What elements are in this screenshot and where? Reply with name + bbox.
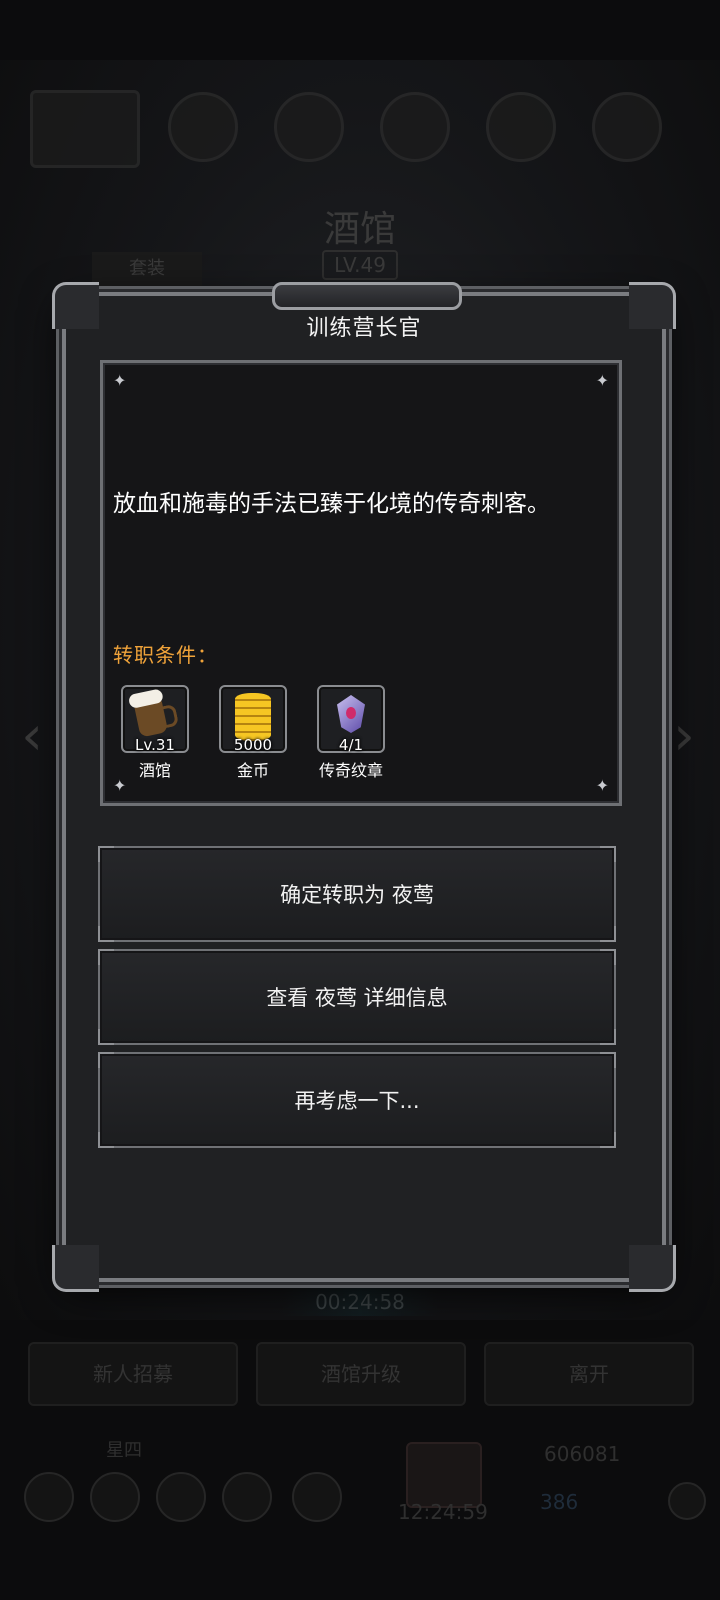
chevron-right-icon: › — [673, 704, 695, 767]
chevron-left-icon: ‹ — [21, 704, 43, 767]
day-label: 星四 — [106, 1440, 142, 1461]
gem-amount: 386 — [540, 1490, 579, 1514]
clock: 12:24:59 — [398, 1500, 488, 1524]
requirement-value: 4/1 — [338, 736, 364, 754]
recruit-button: 新人招募 — [28, 1342, 238, 1406]
requirement-item: 4/1 传奇纹章 — [309, 685, 393, 781]
top-class-icon — [592, 92, 662, 162]
top-class-icon — [486, 92, 556, 162]
menu-icon — [222, 1472, 272, 1522]
building-level: LV.49 — [322, 250, 398, 280]
cancel-button[interactable]: 再考虑一下... — [98, 1052, 616, 1148]
tab-set: 套装 — [92, 252, 202, 286]
cancel-label: 再考虑一下... — [294, 1089, 420, 1113]
requirement-name: 金币 — [236, 761, 269, 780]
dialog-title: 训练营长官 — [306, 316, 422, 341]
requirement-item: Lv.31 酒馆 — [113, 685, 197, 781]
details-label: 查看 夜莺 详细信息 — [266, 986, 448, 1010]
top-portrait-icon — [30, 90, 140, 168]
sparkle-icon: ✦ — [595, 776, 609, 795]
requirement-icon-frame: Lv.31 — [121, 685, 189, 754]
top-class-icon — [380, 92, 450, 162]
requirement-icon-frame: 4/1 — [317, 685, 385, 754]
requirement-value: Lv.31 — [135, 736, 175, 754]
job-change-dialog: 训练营长官 ✦ ✦ ✦ ✦ 放血和施毒的手法已臻于化境的传奇刺客。 转职条件： … — [52, 282, 676, 1292]
recruit-timer: 00:24:58 — [282, 1288, 438, 1316]
sparkle-icon: ✦ — [595, 371, 609, 390]
sparkle-icon: ✦ — [113, 371, 127, 390]
requirements-label: 转职条件： — [113, 643, 218, 667]
title-crest — [272, 282, 462, 310]
menu-icon — [90, 1472, 140, 1522]
building-title: 酒馆 — [323, 209, 396, 250]
requirement-icon-frame: 5000 — [219, 685, 287, 754]
gold-amount: 606081 — [544, 1442, 621, 1466]
requirement-name: 酒馆 — [138, 761, 171, 780]
view-details-button[interactable]: 查看 夜莺 详细信息 — [98, 949, 616, 1045]
menu-icon — [24, 1472, 74, 1522]
requirement-item: 5000 金币 — [211, 685, 295, 781]
confirm-job-change-button[interactable]: 确定转职为 夜莺 — [98, 846, 616, 942]
gold-coins-icon — [235, 693, 271, 741]
description-panel: ✦ ✦ ✦ ✦ 放血和施毒的手法已臻于化境的传奇刺客。 转职条件： Lv.31 … — [100, 360, 622, 806]
top-class-icon — [274, 92, 344, 162]
leave-button: 离开 — [484, 1342, 694, 1406]
requirement-name: 传奇纹章 — [318, 761, 383, 780]
class-description: 放血和施毒的手法已臻于化境的传奇刺客。 — [113, 491, 550, 517]
top-class-icon — [168, 92, 238, 162]
beer-mug-icon — [133, 698, 169, 738]
requirement-value: 5000 — [233, 736, 273, 754]
frame-corner — [52, 1245, 99, 1292]
frame-corner — [629, 1245, 676, 1292]
gift-icon — [406, 1442, 482, 1508]
upgrade-button: 酒馆升级 — [256, 1342, 466, 1406]
legend-badge-icon — [337, 695, 365, 733]
confirm-label: 确定转职为 夜莺 — [280, 883, 434, 907]
add-icon — [668, 1482, 706, 1520]
menu-icon — [292, 1472, 342, 1522]
menu-icon — [156, 1472, 206, 1522]
